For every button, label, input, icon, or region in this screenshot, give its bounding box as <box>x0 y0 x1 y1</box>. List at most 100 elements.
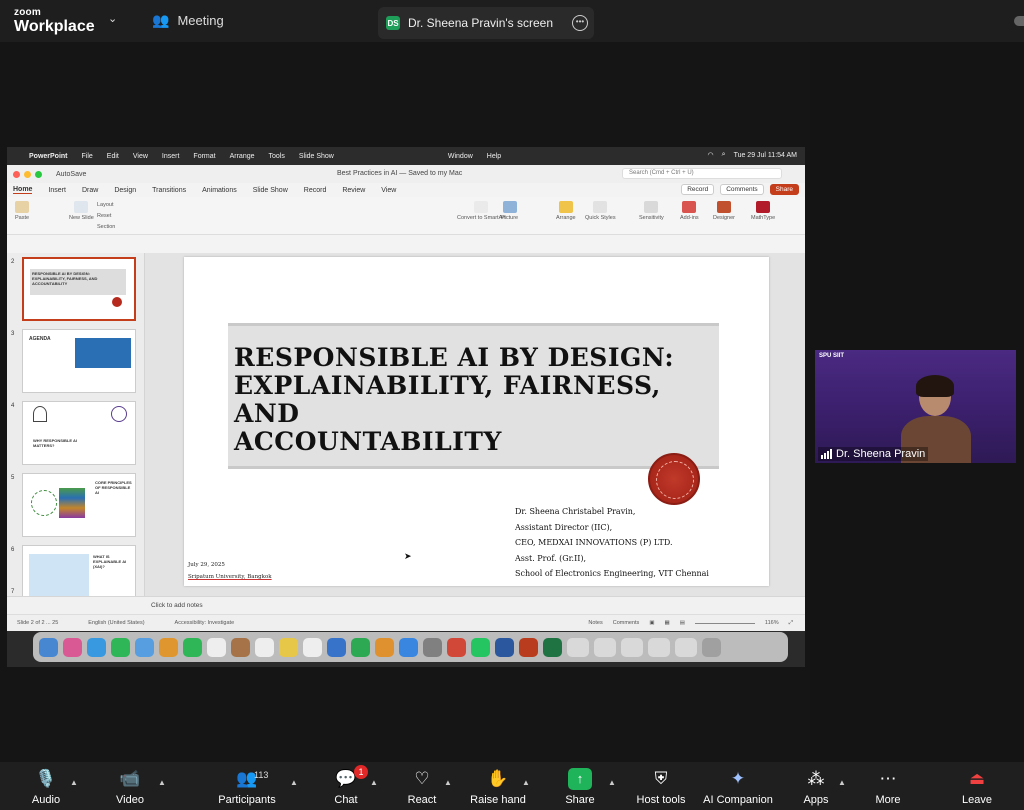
calendar-icon[interactable] <box>207 637 226 657</box>
finder-icon[interactable] <box>39 637 58 657</box>
chrome-icon[interactable] <box>447 637 466 657</box>
zoom-brand[interactable]: zoom Workplace <box>14 8 95 35</box>
video-button[interactable]: 📹 Video ▲ <box>112 768 166 806</box>
reading-view-icon[interactable]: ▤ <box>680 620 685 626</box>
react-button[interactable]: ♡ React ▲ <box>406 768 452 806</box>
participants-button[interactable]: 👥 113 Participants ▲ <box>216 768 298 806</box>
chevron-up-icon[interactable]: ▲ <box>370 778 378 787</box>
menu-app[interactable]: PowerPoint <box>29 153 68 160</box>
chevron-down-icon[interactable]: ⌄ <box>108 12 117 25</box>
menu-arrange[interactable]: Arrange <box>230 153 255 160</box>
launchpad-icon[interactable] <box>63 637 82 657</box>
notes-toggle[interactable]: Notes <box>588 620 602 626</box>
wifi-icon[interactable]: ◠ <box>708 151 714 159</box>
facetime-icon[interactable] <box>183 637 202 657</box>
chevron-up-icon[interactable]: ▲ <box>290 778 298 787</box>
sensitivity-button[interactable]: Sensitivity <box>639 201 664 221</box>
freeform-icon[interactable] <box>303 637 322 657</box>
tab-view[interactable]: View <box>381 187 396 194</box>
status-accessibility[interactable]: Accessibility: Investigate <box>175 620 235 626</box>
tab-draw[interactable]: Draw <box>82 187 98 194</box>
raise-hand-button[interactable]: ✋ Raise hand ▲ <box>470 768 530 806</box>
more-options-icon[interactable]: ••• <box>572 15 588 31</box>
shared-screen-tab[interactable]: DS Dr. Sheena Pravin's screen ••• <box>378 7 594 39</box>
numbers-icon[interactable] <box>351 637 370 657</box>
arrange-button[interactable]: Arrange <box>556 201 576 221</box>
menu-insert[interactable]: Insert <box>162 153 180 160</box>
chat-button[interactable]: 💬 1 Chat ▲ <box>332 765 378 806</box>
sorter-view-icon[interactable]: ▦ <box>665 620 670 626</box>
designer-button[interactable]: Designer <box>713 201 735 221</box>
section-button[interactable]: Section <box>97 222 115 233</box>
tab-review[interactable]: Review <box>342 187 365 194</box>
autosave-label[interactable]: AutoSave <box>56 171 86 178</box>
comments-toggle[interactable]: Comments <box>613 620 640 626</box>
thumb-slide-5[interactable]: CORE PRINCIPLES OF RESPONSIBLE AI <box>22 473 136 537</box>
photos-icon[interactable] <box>159 637 178 657</box>
tab-animations[interactable]: Animations <box>202 187 237 194</box>
contacts-icon[interactable] <box>231 637 250 657</box>
tab-design[interactable]: Design <box>114 187 136 194</box>
apps-button[interactable]: ⁂ Apps ▲ <box>802 768 845 806</box>
notes-pane[interactable]: Click to add notes <box>7 596 805 614</box>
convert-smartart-button[interactable]: Convert to SmartArt <box>457 201 506 221</box>
search-input[interactable]: Search (Cmd + Ctrl + U) <box>622 168 782 179</box>
audio-button[interactable]: 🎙️ Audio ▲ <box>28 768 78 806</box>
tab-transitions[interactable]: Transitions <box>152 187 186 194</box>
menu-window[interactable]: Window <box>448 153 473 160</box>
word-icon[interactable] <box>495 637 514 657</box>
share-button[interactable]: Share <box>769 184 799 195</box>
fit-icon[interactable]: ⤢ <box>789 620 793 627</box>
minimize-window-icon[interactable] <box>24 170 31 178</box>
tab-slideshow[interactable]: Slide Show <box>253 187 288 194</box>
mail-icon[interactable] <box>135 637 154 657</box>
reminders-icon[interactable] <box>255 637 274 657</box>
menu-tools[interactable]: Tools <box>269 153 285 160</box>
slide-thumbnail-panel[interactable]: 2 RESPONSIBLE AI BY DESIGN: EXPLAINABILI… <box>7 253 145 596</box>
chevron-up-icon[interactable]: ▲ <box>158 778 166 787</box>
status-language[interactable]: English (United States) <box>88 620 144 626</box>
tab-home[interactable]: Home <box>13 186 33 194</box>
tab-insert[interactable]: Insert <box>48 187 66 194</box>
participant-video-tile[interactable]: SPU SIIT Dr. Sheena Pravin <box>815 350 1016 463</box>
chevron-up-icon[interactable]: ▲ <box>522 778 530 787</box>
settings-icon[interactable] <box>423 637 442 657</box>
powerpoint-icon[interactable] <box>519 637 538 657</box>
mathtype-button[interactable]: MathType <box>751 201 775 221</box>
menu-slideshow[interactable]: Slide Show <box>299 153 334 160</box>
more-button[interactable]: ⋯ More <box>872 768 904 806</box>
meeting-tab[interactable]: 👥 Meeting <box>152 12 224 29</box>
thumb-slide-3[interactable]: AGENDA <box>22 329 136 393</box>
side-handle[interactable] <box>1014 16 1024 26</box>
chevron-up-icon[interactable]: ▲ <box>70 778 78 787</box>
chevron-up-icon[interactable]: ▲ <box>444 778 452 787</box>
keynote-icon[interactable] <box>327 637 346 657</box>
zoom-level[interactable]: 116% <box>765 620 779 626</box>
trash-icon[interactable] <box>702 637 721 657</box>
tab-record[interactable]: Record <box>304 187 327 194</box>
current-slide[interactable]: RESPONSIBLE AI BY DESIGN: EXPLAINABILITY… <box>184 257 769 586</box>
search-icon[interactable]: ⌕ <box>722 151 726 159</box>
messages-icon[interactable] <box>111 637 130 657</box>
menu-file[interactable]: File <box>82 153 93 160</box>
normal-view-icon[interactable]: ▣ <box>649 620 654 626</box>
window-thumb-icon[interactable] <box>567 637 589 657</box>
thumb-slide-6[interactable]: WHAT IS EXPLAINABLE AI (XAI)? <box>22 545 136 596</box>
window-thumb-icon[interactable] <box>675 637 697 657</box>
whatsapp-icon[interactable] <box>471 637 490 657</box>
excel-icon[interactable] <box>543 637 562 657</box>
layout-button[interactable]: Layout <box>97 200 115 211</box>
zoom-slider[interactable] <box>694 622 755 624</box>
chevron-up-icon[interactable]: ▲ <box>838 778 846 787</box>
window-thumb-icon[interactable] <box>594 637 616 657</box>
quick-styles-button[interactable]: Quick Styles <box>585 201 616 221</box>
record-button[interactable]: Record <box>681 184 715 195</box>
chevron-up-icon[interactable]: ▲ <box>608 778 616 787</box>
thumb-slide-2[interactable]: RESPONSIBLE AI BY DESIGN: EXPLAINABILITY… <box>22 257 136 321</box>
window-thumb-icon[interactable] <box>621 637 643 657</box>
paste-button[interactable]: Paste <box>15 201 29 221</box>
addins-button[interactable]: Add-ins <box>680 201 699 221</box>
menu-help[interactable]: Help <box>487 153 501 160</box>
menu-edit[interactable]: Edit <box>107 153 119 160</box>
notes-icon[interactable] <box>279 637 298 657</box>
